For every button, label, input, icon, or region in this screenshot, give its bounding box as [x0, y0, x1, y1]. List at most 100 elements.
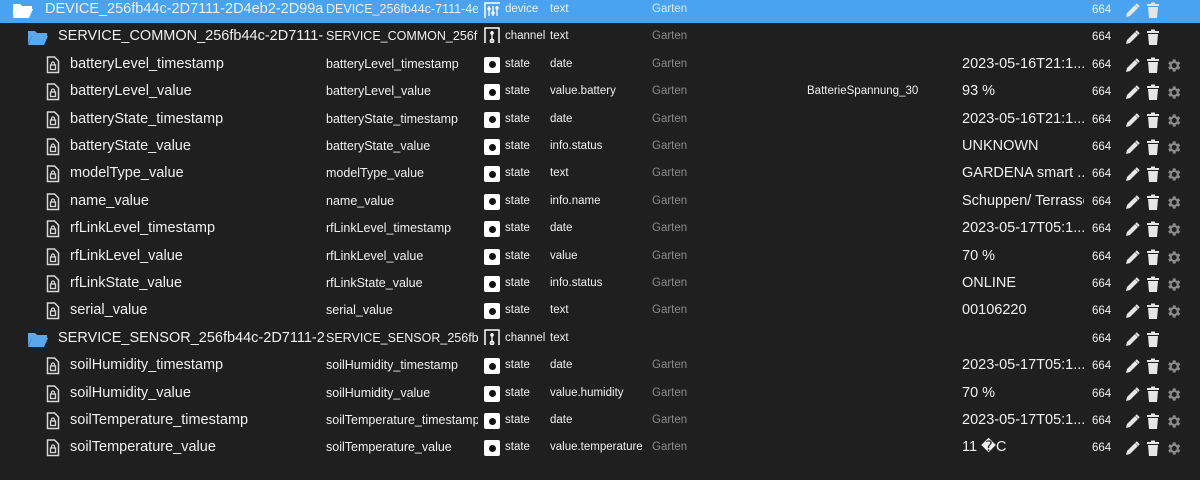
- delete-icon[interactable]: [1146, 139, 1163, 156]
- state-row[interactable]: batteryLevel_timestamp batteryLevel_times…: [0, 51, 1200, 78]
- settings-gear-icon[interactable]: [1165, 84, 1182, 101]
- edit-icon[interactable]: [1124, 249, 1141, 266]
- settings-gear-icon[interactable]: [1165, 303, 1182, 320]
- settings-gear-icon[interactable]: [1165, 194, 1182, 211]
- edit-icon[interactable]: [1124, 440, 1141, 457]
- state-icon: [484, 440, 500, 457]
- settings-gear-icon[interactable]: [1165, 57, 1182, 74]
- delete-icon[interactable]: [1146, 440, 1163, 457]
- edit-icon[interactable]: [1124, 413, 1141, 430]
- delete-icon[interactable]: [1146, 194, 1163, 211]
- object-value[interactable]: 2023-05-16T21:1...: [962, 51, 1084, 78]
- device-row[interactable]: DEVICE_256fb44c-2D7111-2D4eb2-2D99a9-2 DE…: [0, 0, 1200, 24]
- object-value[interactable]: [962, 325, 1084, 352]
- settings-gear-icon[interactable]: [1165, 221, 1182, 238]
- state-row[interactable]: name_value name_value state info.name Garten…: [0, 188, 1200, 215]
- delete-icon[interactable]: [1146, 2, 1163, 19]
- folder-open-icon[interactable]: [27, 28, 49, 46]
- edit-icon[interactable]: [1124, 166, 1141, 183]
- object-value[interactable]: GARDENA smart ...: [962, 160, 1084, 187]
- state-row[interactable]: soilTemperature_timestamp soilTemperature…: [0, 407, 1200, 434]
- file-lock-icon[interactable]: [46, 384, 60, 403]
- state-row[interactable]: soilTemperature_value soilTemperature_val…: [0, 434, 1200, 461]
- delete-icon[interactable]: [1146, 84, 1163, 101]
- state-row[interactable]: soilHumidity_timestamp soilHumidity_times…: [0, 352, 1200, 379]
- state-row[interactable]: rfLinkLevel_timestamp rfLinkLevel_timesta…: [0, 215, 1200, 242]
- delete-icon[interactable]: [1146, 29, 1163, 46]
- channel-row[interactable]: SERVICE_COMMON_256fb44c-2D7111-2D4 SERVIC…: [0, 23, 1200, 50]
- edit-icon[interactable]: [1124, 84, 1141, 101]
- file-lock-icon[interactable]: [46, 412, 60, 430]
- state-row[interactable]: batteryLevel_value batteryLevel_value stat…: [0, 78, 1200, 105]
- edit-icon[interactable]: [1124, 221, 1141, 238]
- file-lock-icon[interactable]: [46, 439, 60, 457]
- settings-gear-icon[interactable]: [1165, 139, 1182, 156]
- object-value[interactable]: 2023-05-17T05:1...: [962, 215, 1084, 242]
- object-value[interactable]: 11 �C: [962, 434, 1084, 461]
- settings-gear-icon[interactable]: [1165, 358, 1182, 375]
- state-row[interactable]: soilHumidity_value soilHumidity_value stat…: [0, 380, 1200, 407]
- file-lock-icon[interactable]: [46, 165, 60, 183]
- delete-icon[interactable]: [1146, 249, 1163, 266]
- delete-icon[interactable]: [1146, 166, 1163, 183]
- delete-icon[interactable]: [1146, 276, 1163, 293]
- delete-icon[interactable]: [1146, 57, 1163, 74]
- object-value[interactable]: 2023-05-16T21:1...: [962, 106, 1084, 133]
- edit-icon[interactable]: [1124, 386, 1141, 403]
- edit-icon[interactable]: [1124, 303, 1141, 320]
- settings-gear-icon[interactable]: [1165, 166, 1182, 183]
- file-lock-icon[interactable]: [46, 138, 60, 156]
- settings-gear-icon[interactable]: [1165, 440, 1182, 457]
- file-lock-icon[interactable]: [46, 357, 60, 375]
- object-value[interactable]: 2023-05-17T05:1...: [962, 352, 1084, 379]
- object-value[interactable]: 00106220: [962, 297, 1084, 324]
- channel-row[interactable]: SERVICE_SENSOR_256fb44c-2D7111-2D4e SERVI…: [0, 325, 1200, 352]
- edit-icon[interactable]: [1124, 331, 1141, 348]
- edit-icon[interactable]: [1124, 194, 1141, 211]
- delete-icon[interactable]: [1146, 386, 1163, 403]
- object-value[interactable]: 70 %: [962, 243, 1084, 270]
- object-value[interactable]: [962, 23, 1084, 50]
- object-value[interactable]: UNKNOWN: [962, 133, 1084, 160]
- folder-open-icon[interactable]: [27, 330, 49, 348]
- delete-icon[interactable]: [1146, 358, 1163, 375]
- file-lock-icon[interactable]: [46, 220, 60, 238]
- delete-icon[interactable]: [1146, 331, 1163, 348]
- file-lock-icon[interactable]: [46, 247, 60, 266]
- state-row[interactable]: modelType_value modelType_value state text G…: [0, 160, 1200, 187]
- edit-icon[interactable]: [1124, 57, 1141, 74]
- state-row[interactable]: rfLinkLevel_value rfLinkLevel_value state v…: [0, 243, 1200, 270]
- object-value[interactable]: 2023-05-17T05:1...: [962, 407, 1084, 434]
- state-row[interactable]: batteryState_timestamp batteryState_times…: [0, 106, 1200, 133]
- object-value[interactable]: [962, 0, 1084, 23]
- delete-icon[interactable]: [1146, 303, 1163, 320]
- edit-icon[interactable]: [1124, 112, 1141, 129]
- settings-gear-icon[interactable]: [1165, 276, 1182, 293]
- file-lock-icon[interactable]: [46, 275, 60, 293]
- state-row[interactable]: serial_value serial_value state text Garten 0…: [0, 297, 1200, 324]
- edit-icon[interactable]: [1124, 358, 1141, 375]
- settings-gear-icon[interactable]: [1165, 386, 1182, 403]
- object-value[interactable]: Schuppen/ Terrasse: [962, 188, 1084, 215]
- object-value[interactable]: ONLINE: [962, 270, 1084, 297]
- file-lock-icon[interactable]: [46, 110, 60, 129]
- state-row[interactable]: rfLinkState_value rfLinkState_value state i…: [0, 270, 1200, 297]
- file-lock-icon[interactable]: [46, 193, 60, 211]
- file-lock-icon[interactable]: [46, 302, 60, 320]
- edit-icon[interactable]: [1124, 29, 1141, 46]
- delete-icon[interactable]: [1146, 413, 1163, 430]
- file-lock-icon[interactable]: [46, 56, 60, 74]
- object-value[interactable]: 93 %: [962, 78, 1084, 105]
- file-lock-icon[interactable]: [46, 83, 60, 101]
- edit-icon[interactable]: [1124, 2, 1141, 19]
- edit-icon[interactable]: [1124, 276, 1141, 293]
- delete-icon[interactable]: [1146, 221, 1163, 238]
- settings-gear-icon[interactable]: [1165, 249, 1182, 266]
- delete-icon[interactable]: [1146, 112, 1163, 129]
- object-value[interactable]: 70 %: [962, 380, 1084, 407]
- settings-gear-icon[interactable]: [1165, 112, 1182, 129]
- folder-open-icon[interactable]: [12, 1, 34, 19]
- settings-gear-icon[interactable]: [1165, 413, 1182, 430]
- edit-icon[interactable]: [1124, 139, 1141, 156]
- state-row[interactable]: batteryState_value batteryState_value stat…: [0, 133, 1200, 160]
